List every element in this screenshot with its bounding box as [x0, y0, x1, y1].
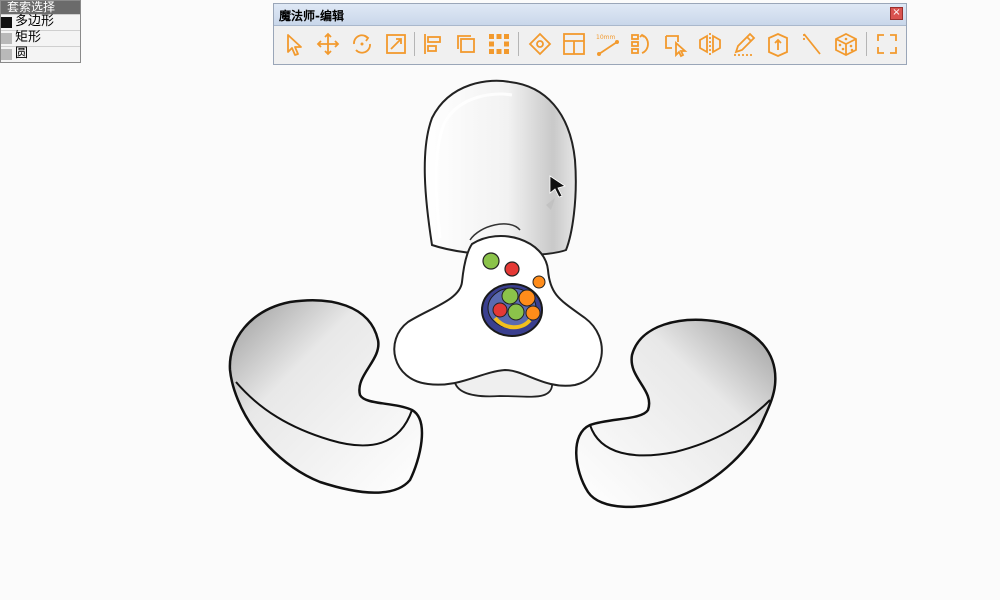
mirror-tool-button[interactable]: [696, 30, 724, 58]
snap-target-icon: [528, 32, 552, 56]
toolbar-title: 魔法师-编辑: [279, 9, 344, 23]
circle-swatch-icon: [1, 49, 12, 60]
edit-toolbar-window: 魔法师-编辑 × 10mm: [273, 3, 907, 65]
array-tool-button[interactable]: [485, 30, 513, 58]
push-pull-tool-button[interactable]: [764, 30, 792, 58]
chair-right[interactable]: [575, 318, 777, 509]
lasso-option-label: 多边形: [15, 14, 55, 29]
rotate-tool-button[interactable]: [348, 30, 376, 58]
slope-tool-button[interactable]: [798, 30, 826, 58]
toolbar-separator: [866, 32, 867, 56]
pencil-icon: [734, 32, 756, 56]
rectangle-swatch-icon: [1, 33, 12, 44]
chair-left[interactable]: [228, 299, 424, 494]
lasso-option-label: 圆: [15, 46, 29, 61]
measure-label: 10mm: [596, 34, 615, 41]
move-icon: [316, 32, 340, 56]
lasso-select-menu: 套索选择 多边形 矩形 圆: [0, 0, 81, 63]
select-tool-button[interactable]: [280, 30, 308, 58]
align-tool-button[interactable]: [419, 30, 447, 58]
lasso-option-label: 矩形: [15, 30, 42, 45]
toolbar-titlebar[interactable]: 魔法师-编辑 ×: [274, 4, 906, 26]
scale-icon: [386, 34, 406, 54]
lasso-option-rectangle[interactable]: 矩形: [1, 30, 80, 46]
mirror-icon: [699, 33, 721, 55]
push-pull-icon: [768, 33, 788, 57]
layers-icon: [457, 35, 475, 53]
lasso-menu-title: 套索选择: [1, 1, 80, 14]
select-arrow-icon: [287, 34, 302, 56]
group-select-tool-button[interactable]: [662, 30, 690, 58]
lasso-option-circle[interactable]: 圆: [1, 46, 80, 62]
slope-icon: [803, 33, 821, 55]
toolbar-row: 10mm: [274, 28, 906, 62]
measure-icon: 10mm: [596, 34, 619, 56]
random-tool-button[interactable]: [832, 30, 860, 58]
array-grid-icon: [489, 34, 509, 54]
scale-tool-button[interactable]: [382, 30, 410, 58]
polygon-swatch-icon: [1, 17, 12, 28]
toolbar-separator: [414, 32, 415, 56]
move-tool-button[interactable]: [314, 30, 342, 58]
fullscreen-tool-button[interactable]: [873, 30, 901, 58]
chair-back[interactable]: [423, 79, 577, 257]
pencil-tool-button[interactable]: [730, 30, 758, 58]
close-button[interactable]: ×: [890, 7, 903, 20]
dice-icon: [835, 32, 857, 57]
toolbar-separator: [518, 32, 519, 56]
rotate-icon: [353, 34, 371, 54]
measure-tool-button[interactable]: 10mm: [594, 30, 622, 58]
distribute-icon: [631, 33, 649, 54]
viewport-scene[interactable]: [0, 0, 1000, 600]
distribute-tool-button[interactable]: [628, 30, 656, 58]
layers-tool-button[interactable]: [452, 30, 480, 58]
bounding-box-tool-button[interactable]: [560, 30, 588, 58]
fullscreen-icon: [877, 34, 897, 54]
select-group-icon: [665, 35, 688, 58]
align-icon: [424, 34, 441, 54]
lasso-option-polygon[interactable]: 多边形: [1, 14, 80, 30]
bounding-box-icon: [563, 33, 585, 55]
snap-tool-button[interactable]: [526, 30, 554, 58]
